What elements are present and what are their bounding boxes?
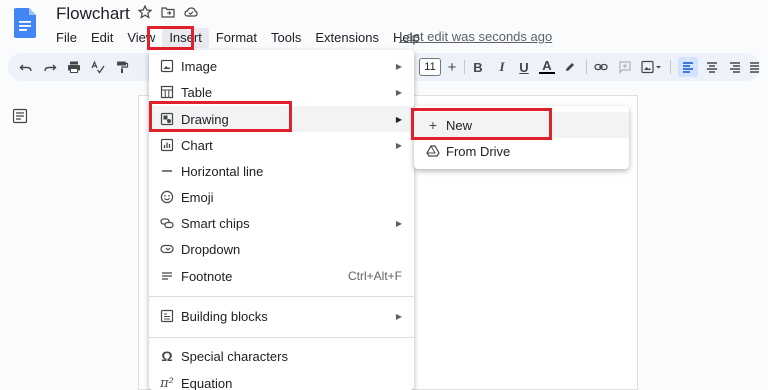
last-edit-link[interactable]: Last edit was seconds ago [399, 29, 552, 44]
menu-item-smart-chips[interactable]: Smart chips ▶ [149, 210, 414, 236]
toolbar-divider [670, 60, 671, 74]
submenu-item-new[interactable]: + New [414, 112, 629, 138]
submenu-arrow-icon: ▶ [395, 218, 402, 228]
move-to-folder-icon[interactable] [161, 5, 175, 19]
font-size-input[interactable]: 11 [419, 58, 441, 76]
bold-button[interactable]: B [470, 59, 486, 75]
menu-divider [149, 337, 414, 338]
menu-insert[interactable]: Insert [162, 28, 209, 48]
horizontal-line-icon [160, 164, 174, 178]
image-icon [160, 59, 174, 73]
emoji-icon [160, 190, 174, 204]
header: Flowchart File Edit View Insert Format T… [0, 0, 768, 52]
submenu-arrow-icon: ▶ [395, 87, 402, 97]
undo-icon[interactable] [18, 59, 34, 75]
omega-icon: Ω [161, 348, 173, 364]
insert-image-icon[interactable] [641, 59, 663, 75]
footnote-shortcut: Ctrl+Alt+F [347, 269, 402, 283]
insert-link-icon[interactable] [593, 59, 609, 75]
menu-tools[interactable]: Tools [264, 28, 308, 48]
menu-item-special-characters[interactable]: Ω Special characters [149, 343, 414, 369]
menu-item-footnote[interactable]: Footnote Ctrl+Alt+F [149, 263, 414, 289]
menu-file[interactable]: File [49, 28, 84, 48]
drawing-icon [160, 112, 174, 126]
add-comment-icon[interactable] [617, 59, 633, 75]
menubar: File Edit View Insert Format Tools Exten… [49, 28, 427, 48]
redo-icon[interactable] [42, 59, 58, 75]
menu-item-equation[interactable]: π² Equation [149, 370, 414, 390]
table-icon [160, 85, 174, 99]
menu-item-building-blocks[interactable]: Building blocks ▶ [149, 303, 414, 329]
plus-icon: + [428, 117, 438, 133]
dropdown-icon [160, 242, 174, 256]
menu-edit[interactable]: Edit [84, 28, 120, 48]
italic-button[interactable]: I [494, 59, 510, 75]
submenu-item-from-drive[interactable]: From Drive [414, 138, 629, 164]
menu-item-emoji[interactable]: Emoji [149, 184, 414, 210]
align-center-icon[interactable] [704, 59, 720, 75]
submenu-arrow-icon: ▶ [395, 140, 402, 150]
submenu-arrow-icon: ▶ [395, 311, 402, 321]
toolbar-divider [464, 60, 465, 74]
star-icon[interactable] [137, 4, 153, 19]
footnote-icon [160, 269, 174, 283]
increase-font-size-icon[interactable]: + [444, 59, 460, 76]
doc-title[interactable]: Flowchart [56, 4, 130, 24]
menu-divider [149, 296, 414, 297]
spellcheck-icon[interactable] [90, 59, 106, 75]
menu-item-horizontal-line[interactable]: Horizontal line [149, 158, 414, 184]
toolbar-divider [586, 60, 587, 74]
align-left-icon[interactable] [678, 57, 698, 77]
document-outline-icon[interactable] [12, 108, 28, 124]
print-icon[interactable] [66, 59, 82, 75]
text-color-button[interactable]: A [539, 58, 555, 74]
drawing-submenu: + New From Drive [414, 106, 629, 169]
submenu-arrow-icon: ▶ [395, 114, 402, 124]
menu-item-image[interactable]: Image ▶ [149, 53, 414, 79]
justify-icon[interactable] [749, 59, 759, 75]
chart-icon [160, 138, 174, 152]
paint-format-icon[interactable] [114, 59, 130, 75]
menu-item-chart[interactable]: Chart ▶ [149, 132, 414, 158]
pi-icon: π² [160, 375, 174, 390]
menu-extensions[interactable]: Extensions [308, 28, 386, 48]
menu-view[interactable]: View [120, 28, 162, 48]
insert-menu: Image ▶ Table ▶ Drawing ▶ Chart ▶ Horizo… [149, 50, 414, 390]
menu-item-drawing[interactable]: Drawing ▶ [149, 106, 414, 132]
submenu-arrow-icon: ▶ [395, 61, 402, 71]
building-blocks-icon [160, 309, 174, 323]
menu-format[interactable]: Format [209, 28, 264, 48]
menu-item-dropdown[interactable]: Dropdown [149, 236, 414, 262]
underline-button[interactable]: U [516, 59, 532, 75]
highlight-color-icon[interactable] [562, 59, 578, 75]
menu-item-table[interactable]: Table ▶ [149, 79, 414, 105]
smart-chips-icon [160, 216, 174, 230]
drive-icon [426, 144, 440, 158]
align-right-icon[interactable] [727, 59, 743, 75]
cloud-saved-icon[interactable] [184, 5, 198, 19]
docs-logo-icon[interactable] [14, 8, 36, 38]
